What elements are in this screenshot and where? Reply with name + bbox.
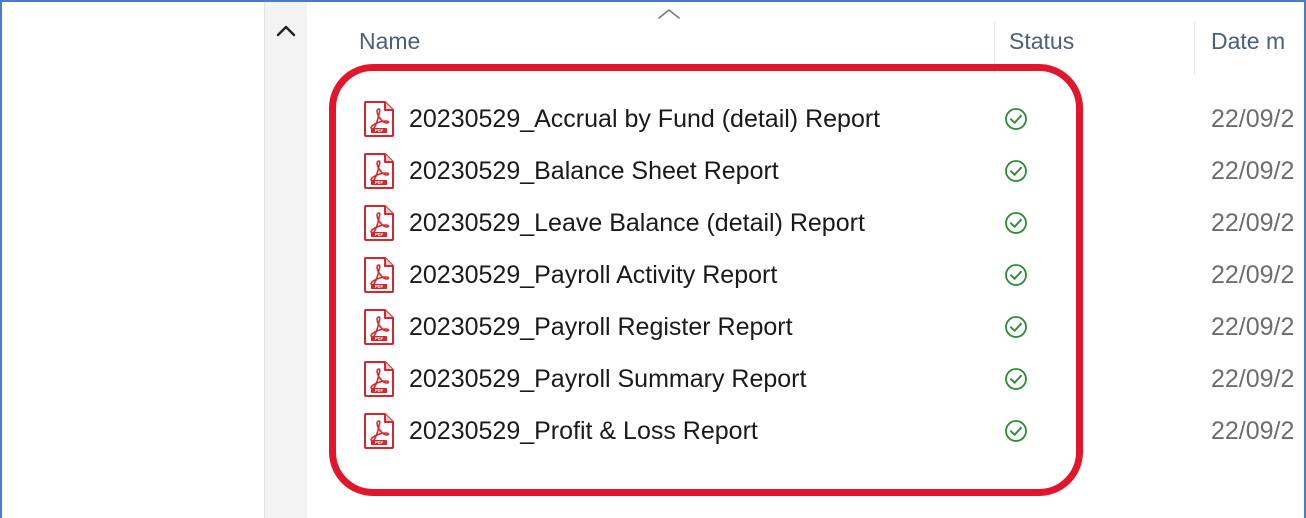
file-name[interactable]: 20230529_Leave Balance (detail) Report	[409, 209, 865, 238]
navigation-scrollbar[interactable]	[265, 0, 307, 518]
file-row[interactable]: PDF 20230529_Payroll Summary Report 22/0…	[307, 354, 1304, 406]
synced-check-icon	[1005, 108, 1027, 130]
file-date-modified: 22/09/2	[1211, 417, 1295, 445]
file-name[interactable]: 20230529_Payroll Activity Report	[409, 261, 777, 290]
svg-text:PDF: PDF	[375, 128, 384, 133]
file-name[interactable]: 20230529_Payroll Summary Report	[409, 365, 806, 394]
pdf-icon: PDF	[364, 101, 394, 137]
svg-text:PDF: PDF	[375, 336, 384, 341]
file-row[interactable]: PDF 20230529_Accrual by Fund (detail) Re…	[307, 94, 1304, 146]
svg-text:PDF: PDF	[375, 284, 384, 289]
pdf-icon: PDF	[364, 309, 394, 345]
file-name[interactable]: 20230529_Profit & Loss Report	[409, 417, 758, 446]
file-name[interactable]: 20230529_Payroll Register Report	[409, 313, 793, 342]
scroll-up-chevron-icon[interactable]	[275, 24, 297, 38]
svg-text:PDF: PDF	[375, 388, 384, 393]
file-name[interactable]: 20230529_Accrual by Fund (detail) Report	[409, 105, 880, 134]
synced-check-icon	[1005, 368, 1027, 390]
column-separator[interactable]	[994, 22, 995, 74]
file-row[interactable]: PDF 20230529_Payroll Activity Report 22/…	[307, 250, 1304, 302]
file-date-modified: 22/09/2	[1211, 209, 1295, 237]
synced-check-icon	[1005, 212, 1027, 234]
file-name[interactable]: 20230529_Balance Sheet Report	[409, 157, 779, 186]
column-header-date-modified[interactable]: Date m	[1211, 28, 1285, 55]
file-row[interactable]: PDF 20230529_Balance Sheet Report 22/09/…	[307, 146, 1304, 198]
file-date-modified: 22/09/2	[1211, 313, 1295, 341]
file-date-modified: 22/09/2	[1211, 157, 1295, 185]
file-row[interactable]: PDF 20230529_Payroll Register Report 22/…	[307, 302, 1304, 354]
synced-check-icon	[1005, 160, 1027, 182]
column-header-row: Name Status Date m	[307, 0, 1304, 76]
svg-text:PDF: PDF	[375, 180, 384, 185]
file-row[interactable]: PDF 20230529_Profit & Loss Report 22/09/…	[307, 406, 1304, 458]
navigation-pane[interactable]	[2, 0, 264, 518]
synced-check-icon	[1005, 264, 1027, 286]
file-date-modified: 22/09/2	[1211, 261, 1295, 289]
file-date-modified: 22/09/2	[1211, 365, 1295, 393]
column-separator[interactable]	[1194, 22, 1195, 74]
column-header-name[interactable]: Name	[359, 28, 420, 55]
file-list-pane: Name Status Date m PDF 20230529_Accrual …	[307, 0, 1304, 518]
pdf-icon: PDF	[364, 257, 394, 293]
file-date-modified: 22/09/2	[1211, 105, 1295, 133]
column-header-status[interactable]: Status	[1009, 28, 1074, 55]
pdf-icon: PDF	[364, 413, 394, 449]
pdf-icon: PDF	[364, 153, 394, 189]
synced-check-icon	[1005, 420, 1027, 442]
pdf-icon: PDF	[364, 205, 394, 241]
file-row[interactable]: PDF 20230529_Leave Balance (detail) Repo…	[307, 198, 1304, 250]
svg-text:PDF: PDF	[375, 440, 384, 445]
sort-ascending-chevron-icon	[658, 9, 680, 19]
synced-check-icon	[1005, 316, 1027, 338]
pdf-icon: PDF	[364, 361, 394, 397]
svg-text:PDF: PDF	[375, 232, 384, 237]
